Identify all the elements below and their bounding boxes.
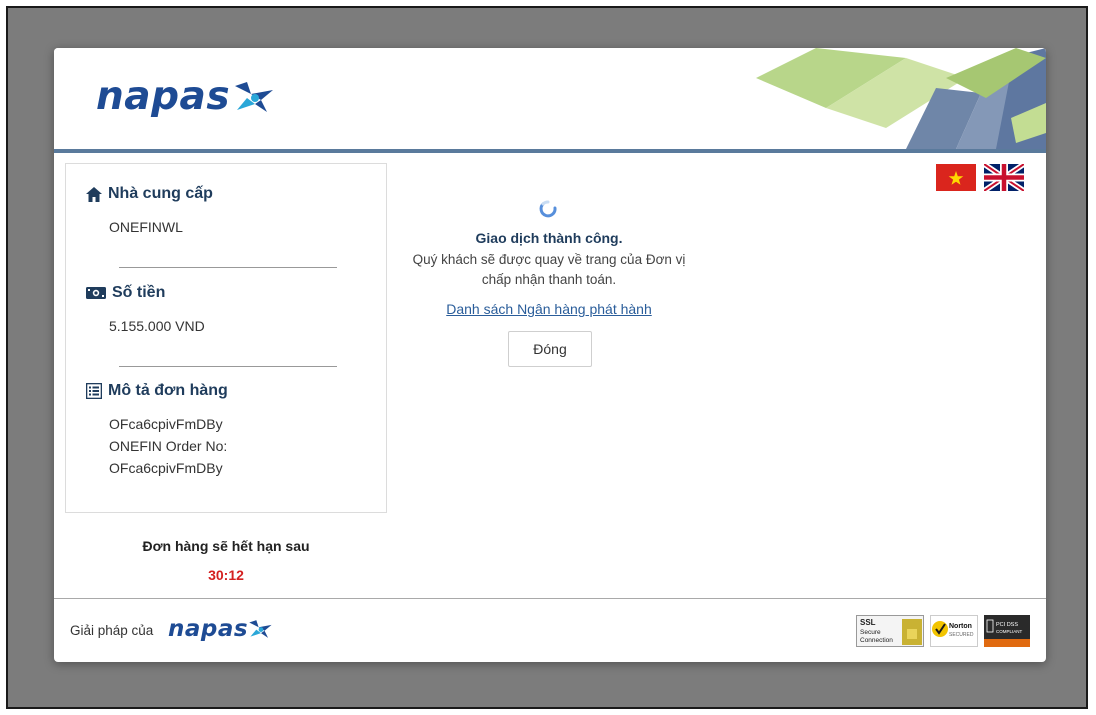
- success-message: Quý khách sẽ được quay về trang của Đơn …: [412, 252, 686, 287]
- success-title: Giao dịch thành công.: [475, 230, 623, 246]
- order-line: OFca6cpivFmDBy: [109, 416, 223, 432]
- norton-badge: Norton SECURED: [930, 615, 978, 647]
- language-switcher: [936, 164, 1024, 191]
- money-icon: [86, 287, 106, 299]
- svg-text:PCI DSS: PCI DSS: [996, 622, 1018, 628]
- footer-napas-logo: napas: [168, 616, 274, 642]
- amount-title: Số tiền: [86, 284, 165, 302]
- pci-dss-badge: PCI DSS COMPLIANT: [984, 615, 1030, 647]
- provider-title: Nhà cung cấp: [86, 185, 213, 203]
- header-decoration: [756, 48, 1046, 149]
- napas-star-icon: [249, 620, 272, 638]
- close-button[interactable]: Đóng: [508, 331, 592, 367]
- order-description: OFca6cpivFmDBy ONEFIN Order No: OFca6cpi…: [109, 413, 227, 479]
- order-line: ONEFIN Order No:: [109, 438, 228, 454]
- footer-divider: [54, 598, 1046, 599]
- svg-text:Norton: Norton: [949, 623, 972, 630]
- expire-label: Đơn hàng sẽ hết hạn sau: [142, 538, 310, 554]
- napas-star-icon: [235, 81, 274, 112]
- order-info-panel: Nhà cung cấp ONEFINWL Số tiền 5.155.000 …: [65, 163, 387, 513]
- home-icon: [86, 186, 102, 202]
- svg-text:SSL: SSL: [860, 618, 876, 627]
- flag-vietnam-icon[interactable]: [936, 164, 976, 191]
- svg-text:Secure: Secure: [860, 629, 881, 636]
- payment-card: napas Nhà cung cấp ONEFINWL Số tiền 5.15…: [54, 48, 1046, 662]
- svg-text:SECURED: SECURED: [949, 632, 974, 638]
- divider: [119, 366, 337, 367]
- order-title: Mô tả đơn hàng: [86, 382, 228, 400]
- svg-text:Connection: Connection: [860, 637, 893, 644]
- security-badges: SSL Secure Connection Norton SECURED PCI…: [856, 615, 1030, 647]
- provider-value: ONEFINWL: [109, 219, 183, 235]
- loading-spinner-icon: [539, 200, 557, 218]
- header-divider: [54, 149, 1046, 153]
- flag-uk-icon[interactable]: [984, 164, 1024, 191]
- issuing-banks-link[interactable]: Danh sách Ngân hàng phát hành: [384, 301, 714, 317]
- footer-prefix: Giải pháp của: [70, 623, 154, 638]
- ssl-badge: SSL Secure Connection: [856, 615, 924, 647]
- countdown-timer: 30:12: [208, 567, 244, 583]
- amount-value: 5.155.000 VND: [109, 318, 205, 334]
- napas-logo: napas: [96, 74, 277, 119]
- order-line: OFca6cpivFmDBy: [109, 460, 223, 476]
- header: napas: [54, 48, 1046, 149]
- list-icon: [86, 383, 102, 399]
- divider: [119, 267, 337, 268]
- svg-text:COMPLIANT: COMPLIANT: [996, 629, 1023, 634]
